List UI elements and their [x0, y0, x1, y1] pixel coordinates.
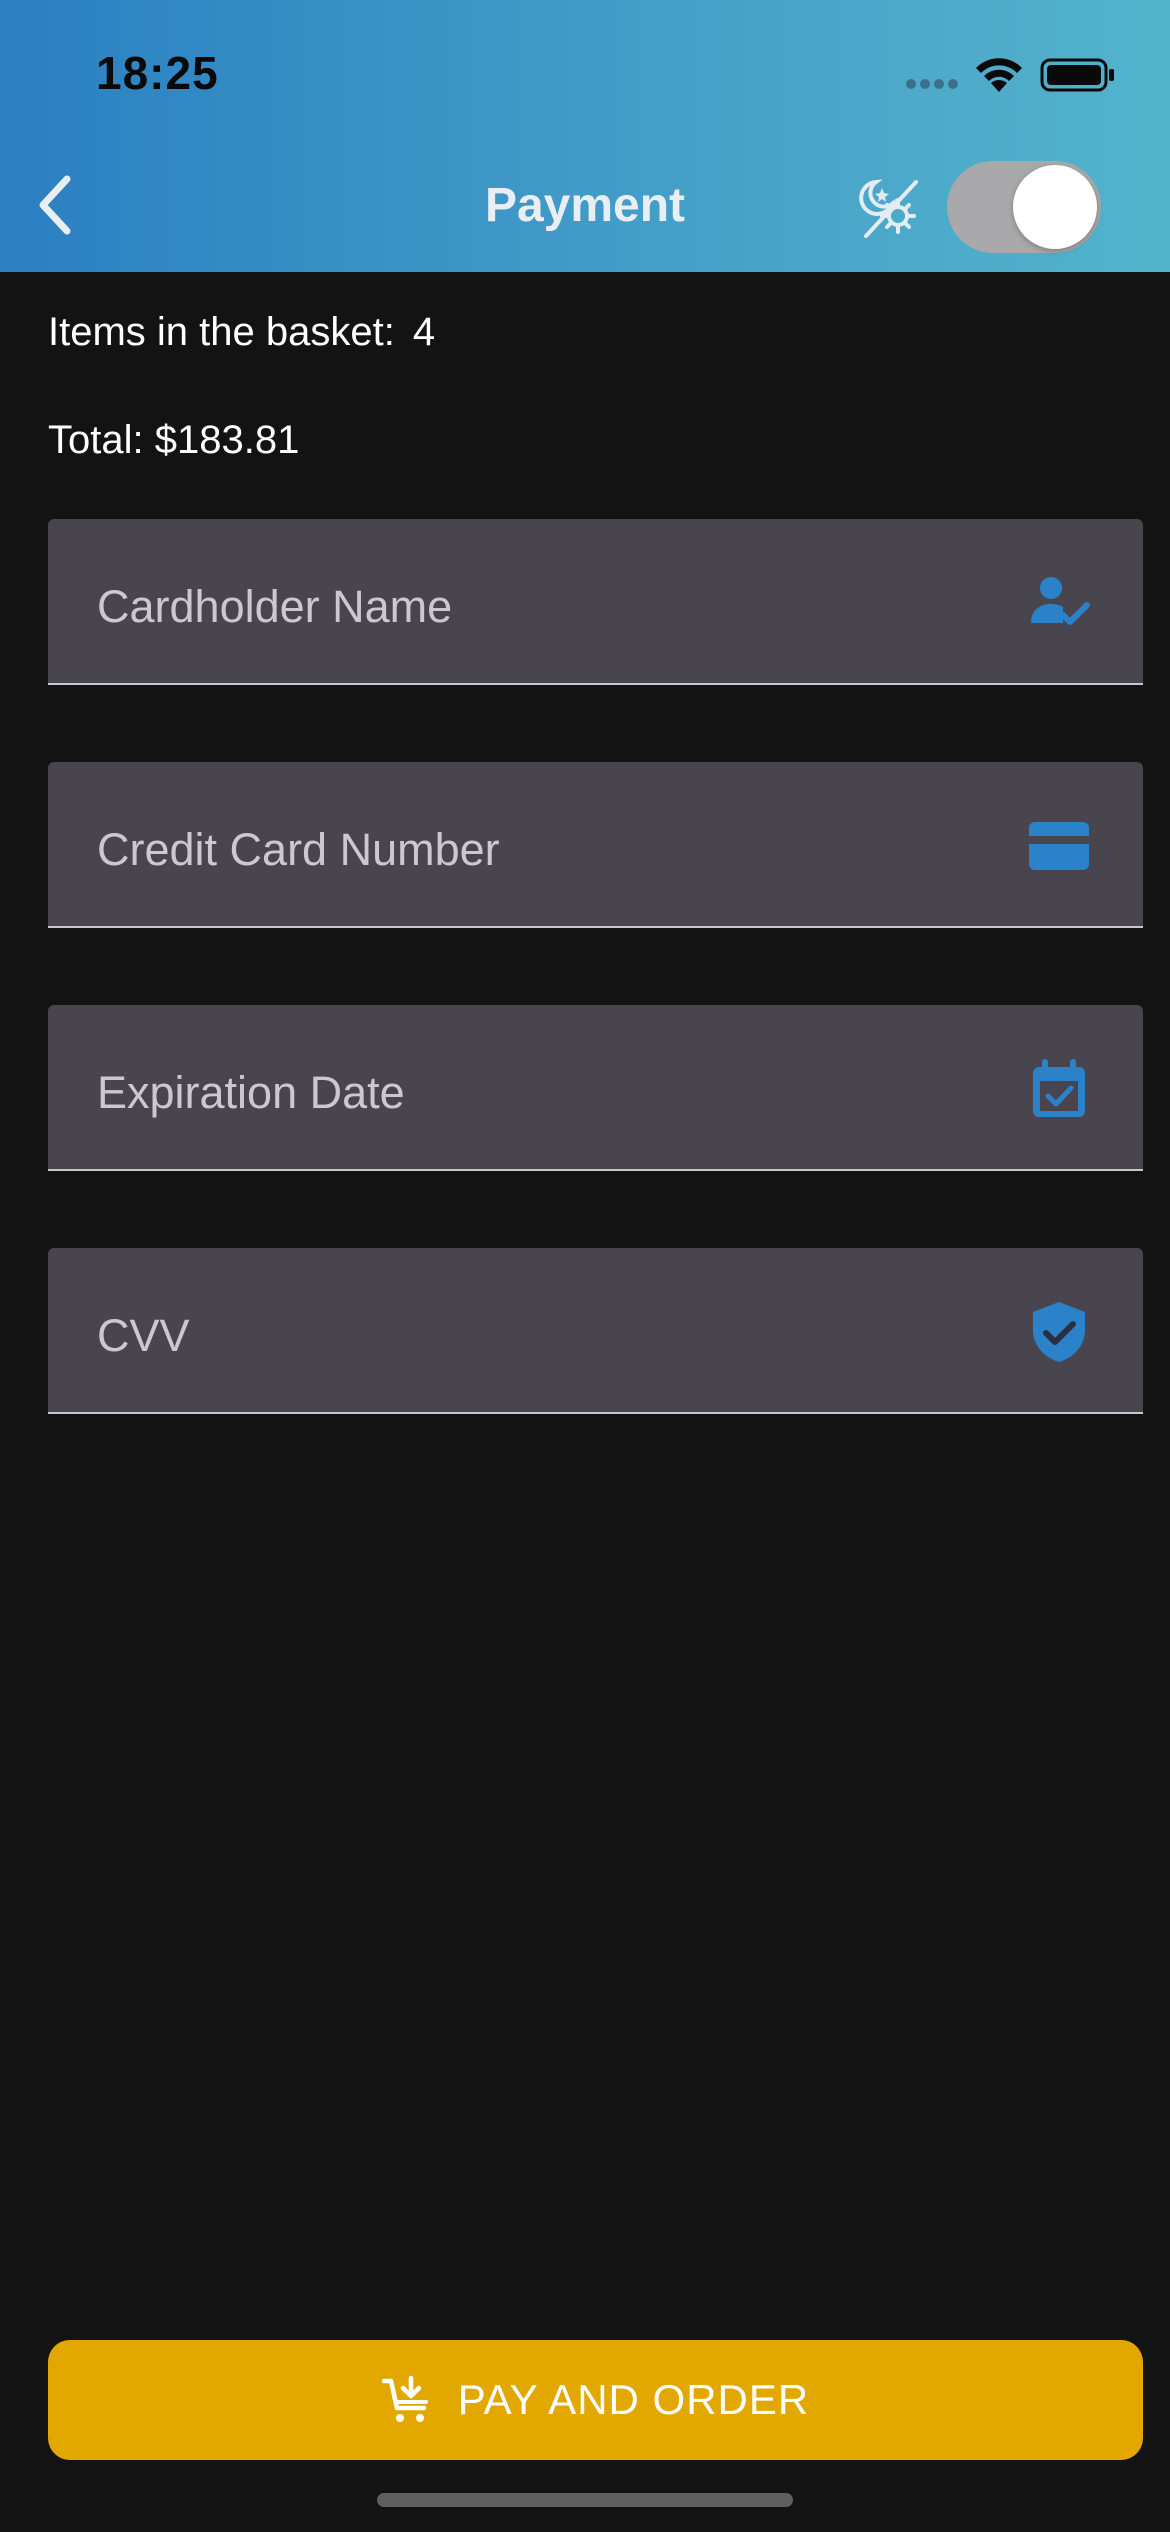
payment-screen: 18:25 Payment Items in the basket: 4 Tot…	[0, 0, 1170, 2532]
wifi-icon	[976, 58, 1022, 92]
cvv-label: CVV	[97, 1310, 190, 1361]
calendar-check-icon	[1033, 1059, 1085, 1117]
cvv-field[interactable]: CVV	[48, 1248, 1143, 1414]
battery-icon	[1040, 58, 1114, 92]
theme-toggle-switch[interactable]	[947, 161, 1101, 253]
app-header: 18:25 Payment	[0, 0, 1170, 272]
expiration-date-field[interactable]: Expiration Date	[48, 1005, 1143, 1171]
cardholder-name-field[interactable]: Cardholder Name	[48, 519, 1143, 685]
pay-and-order-button[interactable]: PAY AND ORDER	[48, 2340, 1143, 2460]
basket-label: Items in the basket:	[48, 310, 395, 354]
credit-card-icon	[1029, 822, 1089, 870]
person-check-icon	[1031, 577, 1090, 625]
credit-card-number-field[interactable]: Credit Card Number	[48, 762, 1143, 928]
shield-check-icon	[1033, 1302, 1085, 1362]
order-total: Total: $183.81	[48, 418, 300, 462]
home-indicator[interactable]	[377, 2493, 793, 2507]
toggle-knob	[1013, 165, 1097, 249]
cellular-signal-icon	[906, 79, 958, 89]
theme-mode-icon[interactable]	[856, 174, 922, 240]
basket-count-value: 4	[412, 310, 436, 354]
credit-card-number-label: Credit Card Number	[97, 824, 500, 875]
cardholder-name-label: Cardholder Name	[97, 581, 453, 632]
pay-and-order-label: PAY AND ORDER	[457, 2376, 810, 2423]
status-time: 18:25	[96, 47, 219, 99]
basket-count-line: Items in the basket: 4	[48, 310, 435, 355]
expiration-date-label: Expiration Date	[97, 1067, 405, 1118]
cart-download-icon	[381, 2375, 428, 2422]
